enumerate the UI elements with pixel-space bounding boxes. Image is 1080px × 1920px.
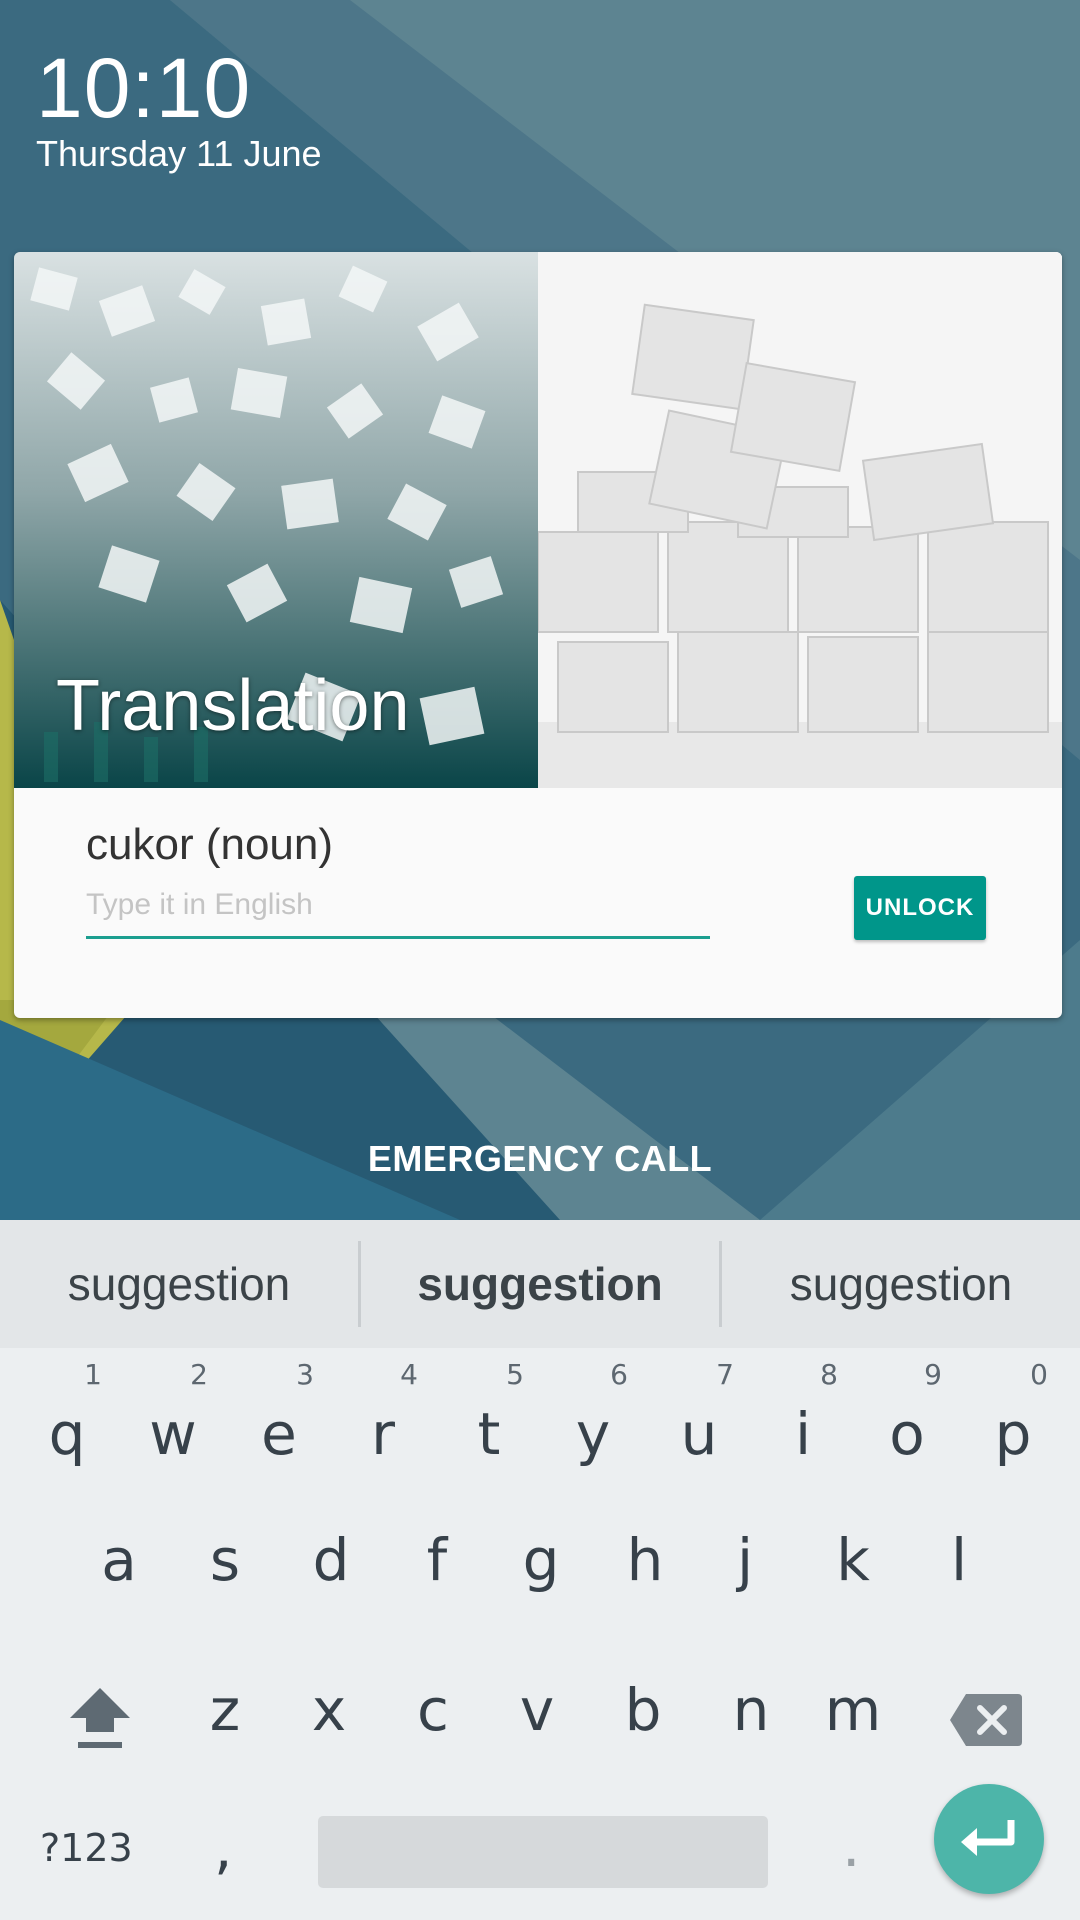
- key-y[interactable]: 6y: [540, 1348, 646, 1486]
- soft-keyboard: 1q 2w 3e 4r 5t 6y 7u 8i 9o 0p a s d f g …: [0, 1348, 1080, 1920]
- key-i[interactable]: 8i: [750, 1348, 856, 1486]
- shift-key[interactable]: [64, 1684, 136, 1757]
- lockscreen-clock: 10:10 Thursday 11 June: [36, 40, 322, 174]
- key-h[interactable]: h: [592, 1488, 698, 1628]
- key-w[interactable]: 2w: [120, 1348, 226, 1486]
- key-n[interactable]: n: [698, 1636, 804, 1776]
- key-j[interactable]: j: [692, 1488, 798, 1628]
- period-key[interactable]: .: [842, 1812, 860, 1880]
- translation-input[interactable]: [86, 880, 710, 939]
- key-g[interactable]: g: [488, 1488, 594, 1628]
- key-d[interactable]: d: [278, 1488, 384, 1628]
- suggestion-right[interactable]: suggestion: [722, 1257, 1080, 1311]
- key-s[interactable]: s: [172, 1488, 278, 1628]
- backspace-icon: [950, 1694, 1022, 1746]
- comma-key[interactable]: ,: [214, 1814, 232, 1882]
- shift-icon: [70, 1688, 130, 1748]
- key-z[interactable]: z: [172, 1636, 278, 1776]
- key-f[interactable]: f: [384, 1488, 490, 1628]
- enter-key[interactable]: [934, 1784, 1044, 1894]
- key-e[interactable]: 3e: [226, 1348, 332, 1486]
- key-v[interactable]: v: [484, 1636, 590, 1776]
- sugar-cubes-image: [538, 252, 1062, 788]
- key-o[interactable]: 9o: [854, 1348, 960, 1486]
- key-c[interactable]: c: [380, 1636, 486, 1776]
- clock-date: Thursday 11 June: [36, 133, 322, 174]
- key-b[interactable]: b: [590, 1636, 696, 1776]
- key-t[interactable]: 5t: [436, 1348, 542, 1486]
- suggestion-center[interactable]: suggestion: [361, 1257, 719, 1311]
- unlock-button[interactable]: UNLOCK: [854, 876, 986, 940]
- backspace-key[interactable]: [948, 1692, 1024, 1753]
- card-title: Translation: [56, 666, 410, 746]
- key-q[interactable]: 1q: [14, 1348, 120, 1486]
- word-to-translate: cukor (noun): [86, 820, 334, 869]
- enter-icon: [961, 1820, 1015, 1856]
- space-bar[interactable]: [318, 1816, 768, 1888]
- key-l[interactable]: l: [906, 1488, 1012, 1628]
- key-m[interactable]: m: [800, 1636, 906, 1776]
- key-r[interactable]: 4r: [330, 1348, 436, 1486]
- key-k[interactable]: k: [800, 1488, 906, 1628]
- translation-card: Translation cukor (noun) UNLOCK: [14, 252, 1062, 1018]
- key-p[interactable]: 0p: [960, 1348, 1066, 1486]
- emergency-call-button[interactable]: EMERGENCY CALL: [0, 1138, 1080, 1180]
- key-u[interactable]: 7u: [646, 1348, 752, 1486]
- suggestion-strip: suggestion suggestion suggestion: [0, 1220, 1080, 1348]
- clock-time: 10:10: [36, 41, 252, 135]
- key-a[interactable]: a: [66, 1488, 172, 1628]
- suggestion-left[interactable]: suggestion: [0, 1257, 358, 1311]
- symbols-key[interactable]: ?123: [40, 1826, 133, 1870]
- key-x[interactable]: x: [276, 1636, 382, 1776]
